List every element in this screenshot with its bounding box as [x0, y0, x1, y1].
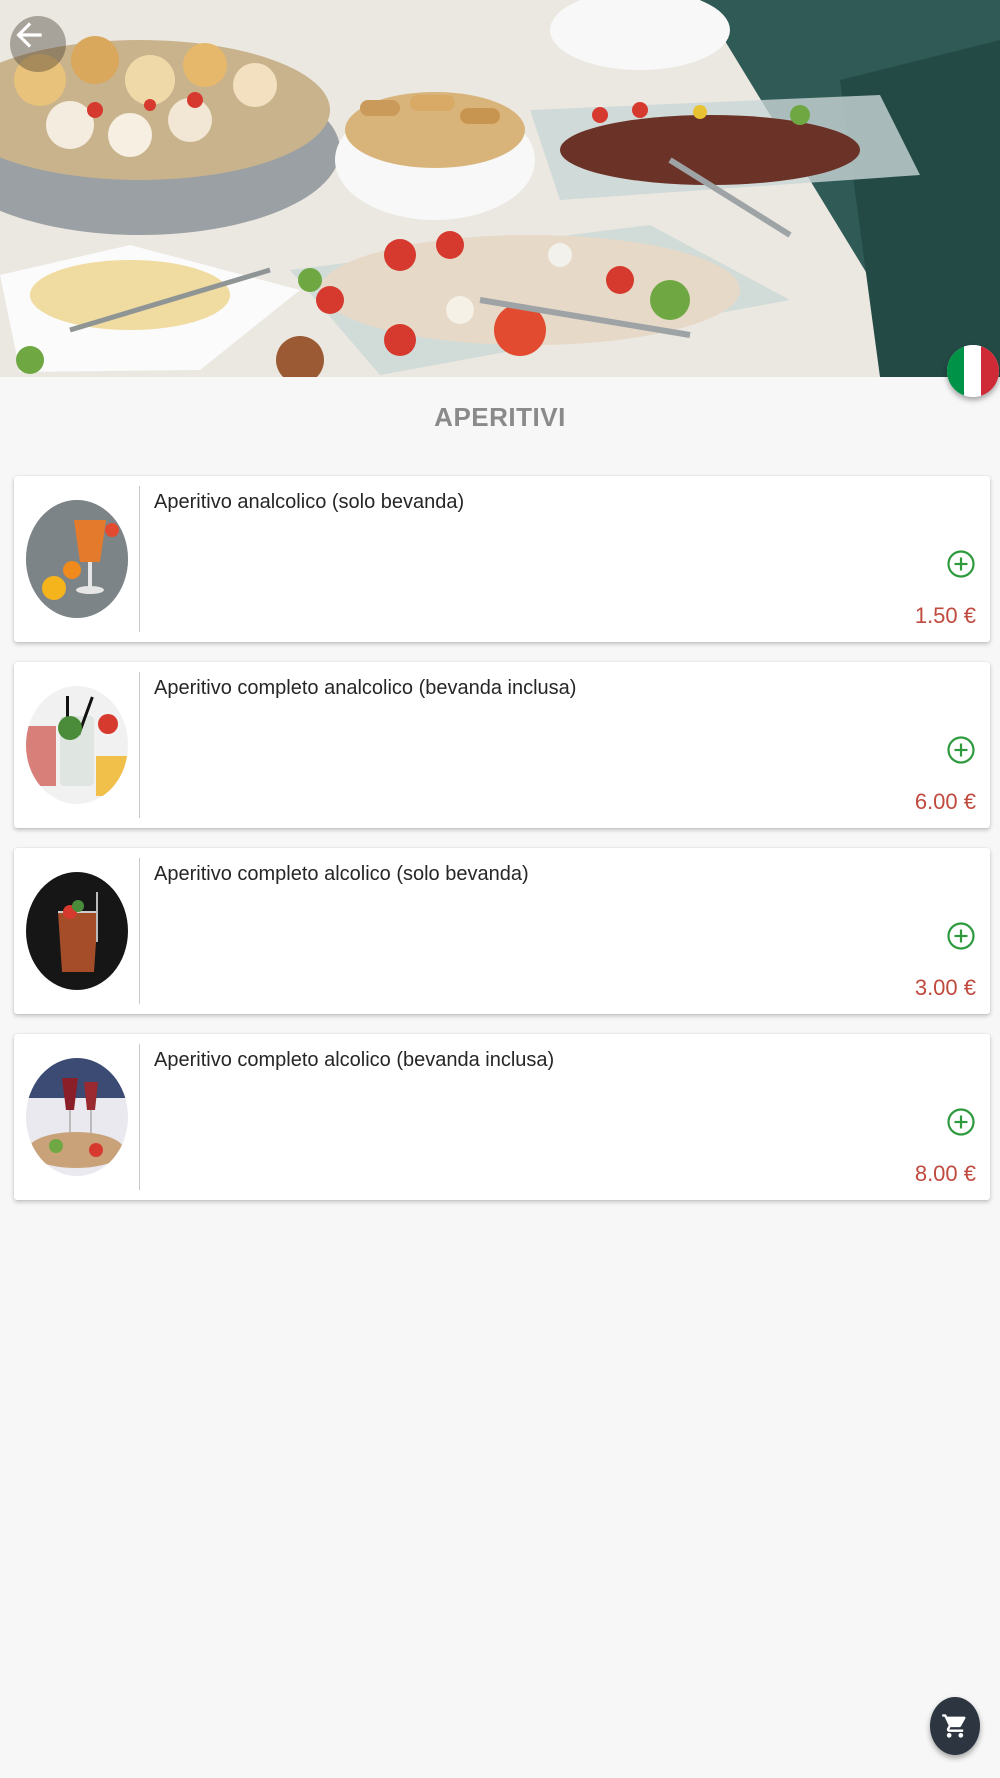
cart-icon	[942, 1714, 966, 1738]
card-divider	[139, 486, 140, 632]
flag-white-stripe	[964, 345, 982, 397]
plus-circle-icon	[947, 550, 975, 578]
menu-item-name: Aperitivo completo alcolico (solo bevand…	[154, 863, 529, 885]
menu-item-image	[26, 500, 128, 618]
menu-list: Aperitivo analcolico (solo bevanda) 1.50…	[14, 476, 990, 1220]
back-button[interactable]	[10, 16, 66, 72]
language-selector-button[interactable]	[947, 345, 999, 397]
menu-item-name: Aperitivo completo alcolico (bevanda inc…	[154, 1049, 555, 1071]
cart-button[interactable]	[930, 1697, 980, 1755]
menu-item-card[interactable]: Aperitivo analcolico (solo bevanda) 1.50…	[14, 476, 990, 642]
hero-image	[0, 0, 1000, 377]
card-divider	[139, 1044, 140, 1190]
menu-item-name: Aperitivo completo analcolico (bevanda i…	[154, 677, 577, 699]
plus-circle-icon	[947, 922, 975, 950]
card-divider	[139, 672, 140, 818]
card-divider	[139, 858, 140, 1004]
menu-item-image	[26, 686, 128, 804]
add-to-cart-button[interactable]	[946, 549, 976, 579]
menu-item-price: 8.00 €	[914, 1161, 976, 1186]
menu-item-price: 3.00 €	[914, 975, 976, 1000]
menu-item-card[interactable]: Aperitivo completo alcolico (solo bevand…	[14, 848, 990, 1014]
menu-item-image	[26, 1058, 128, 1176]
menu-item-price: 6.00 €	[914, 789, 976, 814]
flag-green-stripe	[947, 345, 965, 397]
menu-item-image	[26, 872, 128, 990]
add-to-cart-button[interactable]	[946, 735, 976, 765]
buffet-illustration	[0, 0, 1000, 377]
menu-item-name: Aperitivo analcolico (solo bevanda)	[154, 491, 465, 513]
plus-circle-icon	[947, 736, 975, 764]
flag-red-stripe	[981, 345, 999, 397]
menu-item-card[interactable]: Aperitivo completo analcolico (bevanda i…	[14, 662, 990, 828]
section-title: APERITIVI	[434, 402, 566, 432]
menu-item-price: 1.50 €	[914, 603, 976, 628]
menu-item-card[interactable]: Aperitivo completo alcolico (bevanda inc…	[14, 1034, 990, 1200]
arrow-left-icon	[16, 22, 42, 48]
add-to-cart-button[interactable]	[946, 921, 976, 951]
menu-page: APERITIVI Aperitivo analcolico (solo bev…	[0, 0, 1000, 1778]
add-to-cart-button[interactable]	[946, 1107, 976, 1137]
plus-circle-icon	[947, 1108, 975, 1136]
